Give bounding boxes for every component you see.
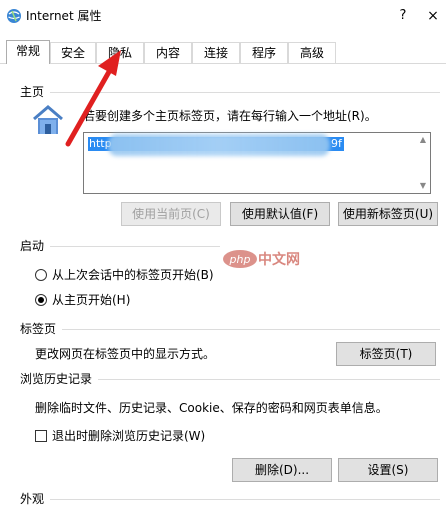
- scroll-down-arrow-icon[interactable]: ▼: [417, 180, 429, 192]
- delete-history-button[interactable]: 删除(D)...: [232, 458, 332, 482]
- home-url-end: 9f: [331, 137, 342, 150]
- watermark-text: 中文网: [258, 252, 300, 268]
- php-logo-icon: php: [222, 248, 262, 270]
- tab-general[interactable]: 常规: [6, 40, 50, 64]
- home-section-title: 主页: [20, 85, 45, 99]
- use-default-button[interactable]: 使用默认值(F): [230, 202, 330, 226]
- use-current-button[interactable]: 使用当前页(C): [121, 202, 221, 226]
- home-separator: [50, 92, 440, 93]
- tab-divider: [0, 63, 446, 64]
- svg-text:php: php: [229, 253, 251, 266]
- history-separator: [98, 379, 440, 380]
- scroll-up-arrow-icon[interactable]: ▲: [417, 134, 429, 146]
- tab-advanced[interactable]: 高级: [288, 42, 336, 63]
- delete-on-exit-label[interactable]: 退出时删除浏览历史记录(W): [52, 429, 205, 443]
- history-section-title: 浏览历史记录: [20, 372, 93, 386]
- radio-last-session[interactable]: [35, 269, 47, 281]
- tab-connections[interactable]: 连接: [192, 42, 240, 63]
- radio-selected-dot: [38, 297, 44, 303]
- radio-home-page-label[interactable]: 从主页开始(H): [52, 293, 130, 307]
- tab-programs[interactable]: 程序: [240, 42, 288, 63]
- tab-security[interactable]: 安全: [50, 42, 96, 63]
- tabs-separator: [62, 329, 440, 330]
- tabs-settings-button[interactable]: 标签页(T): [336, 342, 436, 366]
- startup-section-title: 启动: [20, 239, 45, 253]
- home-house-icon: [30, 104, 66, 136]
- use-new-tab-button[interactable]: 使用新标签页(U): [338, 202, 438, 226]
- history-description: 删除临时文件、历史记录、Cookie、保存的密码和网页表单信息。: [35, 401, 388, 415]
- help-button[interactable]: ?: [394, 7, 412, 25]
- window-title: Internet 属性: [26, 9, 102, 23]
- close-button[interactable]: ×: [424, 7, 442, 25]
- tabs-description: 更改网页在标签页中的显示方式。: [35, 347, 216, 361]
- radio-last-session-label[interactable]: 从上次会话中的标签页开始(B): [52, 268, 214, 282]
- radio-home-page[interactable]: [35, 294, 47, 306]
- url-blur-mask: [108, 134, 330, 156]
- startup-separator: [50, 246, 220, 247]
- home-instruction: 若要创建多个主页标签页，请在每行输入一个地址(R)。: [83, 109, 377, 123]
- history-settings-button[interactable]: 设置(S): [338, 458, 438, 482]
- internet-options-icon: [6, 8, 22, 24]
- tab-privacy[interactable]: 隐私: [96, 42, 144, 63]
- tabs-section-title: 标签页: [20, 322, 57, 336]
- tab-content[interactable]: 内容: [144, 42, 192, 63]
- appearance-section-title: 外观: [20, 492, 45, 506]
- delete-on-exit-checkbox[interactable]: [35, 430, 47, 442]
- appearance-separator: [50, 499, 440, 500]
